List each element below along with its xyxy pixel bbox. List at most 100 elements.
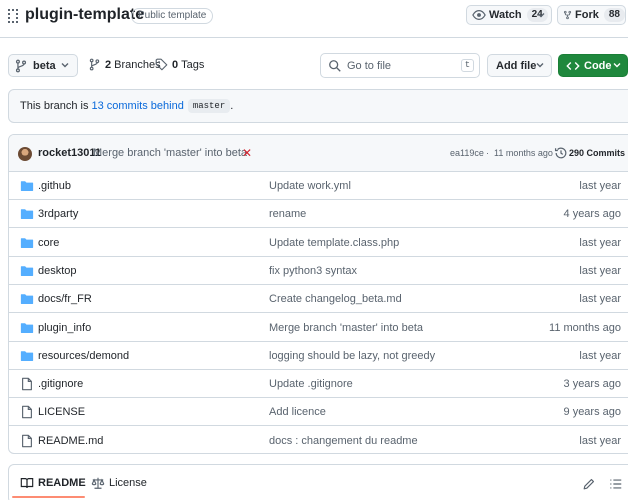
tags-link[interactable]: 0 Tags <box>155 58 204 71</box>
code-label: Code <box>584 59 612 72</box>
commits-count-link[interactable]: 290 Commits <box>569 148 625 158</box>
file-row[interactable]: LICENSE Add licence 9 years ago <box>9 398 628 427</box>
tags-count: 0 <box>172 58 179 71</box>
file-commit-message[interactable]: Create changelog_beta.md <box>269 293 402 305</box>
tag-icon <box>155 58 168 71</box>
fork-count: 88 <box>603 8 625 22</box>
search-input[interactable] <box>347 58 457 74</box>
file-commit-date: 9 years ago <box>563 406 621 419</box>
file-commit-message[interactable]: Merge branch 'master' into beta <box>269 322 423 334</box>
file-name-link[interactable]: resources/demond <box>38 350 129 362</box>
file-name-link[interactable]: LICENSE <box>38 406 85 418</box>
watch-label: Watch <box>489 9 522 21</box>
add-file-button[interactable]: Add file <box>487 54 552 77</box>
file-commit-date: last year <box>579 236 621 249</box>
folder-icon <box>20 349 34 363</box>
commit-message[interactable]: Merge branch 'master' into beta <box>93 147 247 159</box>
tab-readme[interactable]: README <box>20 476 86 490</box>
file-commit-date: 11 months ago <box>549 321 621 334</box>
go-to-file-search[interactable]: t <box>320 53 480 78</box>
commit-hash[interactable]: ea119ce <box>450 148 484 158</box>
watch-button[interactable]: Watch 24 <box>466 5 552 25</box>
tags-label: Tags <box>181 58 205 71</box>
file-name-link[interactable]: .gitignore <box>38 378 83 390</box>
folder-icon <box>20 207 34 221</box>
file-commit-message[interactable]: Update template.class.php <box>269 237 399 249</box>
file-row[interactable]: .github Update work.yml last year <box>9 172 628 200</box>
chevron-down-icon <box>61 63 69 68</box>
branches-count: 2 <box>105 58 112 71</box>
folder-icon <box>20 292 34 306</box>
file-name-link[interactable]: docs/fr_FR <box>38 293 92 305</box>
file-row[interactable]: plugin_info Merge branch 'master' into be… <box>9 314 628 342</box>
file-icon <box>20 405 34 419</box>
search-icon <box>329 60 341 72</box>
file-name-link[interactable]: core <box>38 237 59 249</box>
chevron-down-icon <box>536 63 544 68</box>
folder-icon <box>20 236 34 250</box>
file-commit-message[interactable]: docs : changement du readme <box>269 435 418 447</box>
file-row[interactable]: core Update template.class.php last year <box>9 229 628 257</box>
avatar[interactable] <box>18 147 32 161</box>
branches-link[interactable]: 2 Branches <box>88 58 161 71</box>
check-failed-icon[interactable]: ✕ <box>242 146 252 160</box>
file-commit-message[interactable]: logging should be lazy, not greedy <box>269 350 435 362</box>
folder-icon <box>20 321 34 335</box>
file-name-link[interactable]: 3rdparty <box>38 208 78 220</box>
commit-time: 11 months ago <box>494 148 553 158</box>
file-row[interactable]: resources/demond logging should be lazy, … <box>9 342 628 370</box>
tab-license-label: License <box>109 477 147 489</box>
file-commit-date: last year <box>579 349 621 362</box>
file-row[interactable]: 3rdparty rename 4 years ago <box>9 200 628 229</box>
commit-author[interactable]: rocket13011 <box>38 147 101 159</box>
file-row[interactable]: .gitignore Update .gitignore 3 years ago <box>9 370 628 399</box>
pencil-icon[interactable] <box>582 477 596 491</box>
folder-icon <box>20 179 34 193</box>
file-commit-date: 4 years ago <box>563 208 621 221</box>
file-browser: rocket13011 Merge branch 'master' into b… <box>8 134 628 454</box>
file-row[interactable]: docs/fr_FR Create changelog_beta.md last y… <box>9 285 628 314</box>
fork-icon <box>563 10 572 20</box>
file-name-link[interactable]: desktop <box>38 265 77 277</box>
branch-selector[interactable]: beta <box>8 54 78 77</box>
file-name-link[interactable]: .github <box>38 180 71 192</box>
file-commit-date: 3 years ago <box>563 378 621 391</box>
fork-label: Fork <box>575 9 599 21</box>
add-file-label: Add file <box>496 59 537 72</box>
file-commit-message[interactable]: fix python3 syntax <box>269 265 357 277</box>
file-commit-message[interactable]: Update .gitignore <box>269 378 353 390</box>
outline-list-icon[interactable] <box>609 477 623 491</box>
keyboard-shortcut-hint: t <box>461 59 474 72</box>
file-commit-date: last year <box>579 434 621 447</box>
banner-suffix: . <box>230 100 234 112</box>
chevron-down-icon <box>537 13 545 18</box>
active-tab-indicator <box>12 496 85 498</box>
code-icon <box>566 61 580 70</box>
repo-name[interactable]: plugin-template <box>25 6 144 24</box>
repo-header: plugin-template Public template Watch 24… <box>0 0 628 34</box>
file-name-link[interactable]: README.md <box>38 435 103 447</box>
fork-button[interactable]: Fork 88 <box>557 5 626 25</box>
branch-name: beta <box>33 59 56 72</box>
file-row[interactable]: README.md docs : changement du readme last… <box>9 427 628 453</box>
file-commit-message[interactable]: Update work.yml <box>269 180 351 192</box>
latest-commit-bar: rocket13011 Merge branch 'master' into b… <box>9 135 628 172</box>
tab-license[interactable]: License <box>91 476 147 490</box>
file-commit-message[interactable]: rename <box>269 208 306 220</box>
file-commit-date: last year <box>579 264 621 277</box>
template-repo-icon <box>8 9 18 23</box>
commits-behind-link[interactable]: 13 commits behind <box>91 100 183 112</box>
git-branch-icon <box>89 58 100 71</box>
header-divider <box>0 37 628 38</box>
history-icon <box>554 147 567 159</box>
file-icon <box>20 434 34 448</box>
tab-readme-label: README <box>38 477 86 489</box>
book-icon <box>20 478 34 488</box>
file-row[interactable]: desktop fix python3 syntax last year <box>9 257 628 285</box>
banner-prefix: This branch is <box>20 100 89 112</box>
file-name-link[interactable]: plugin_info <box>38 322 91 334</box>
file-icon <box>20 377 34 391</box>
file-commit-message[interactable]: Add licence <box>269 406 326 418</box>
file-commit-date: last year <box>579 180 621 192</box>
code-button[interactable]: Code <box>558 54 628 77</box>
